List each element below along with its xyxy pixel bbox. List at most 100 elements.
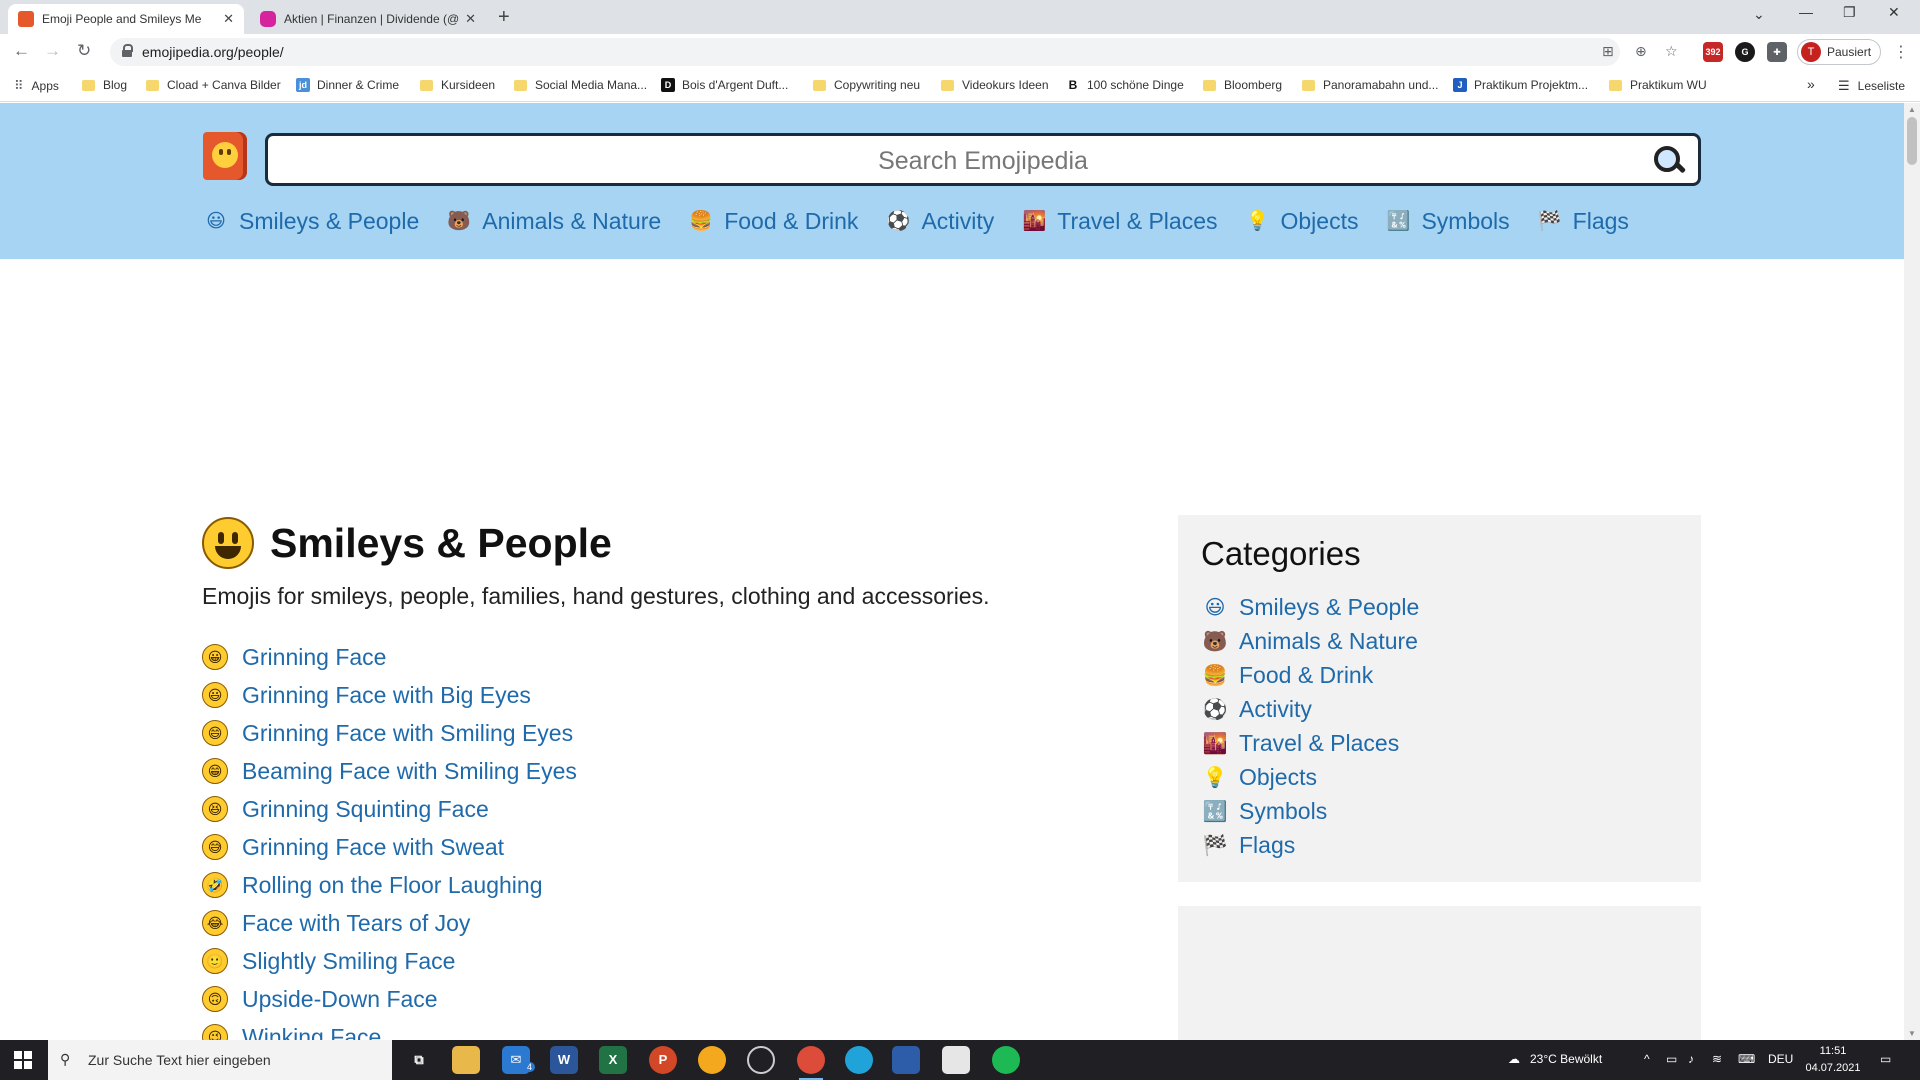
bookmark-folder[interactable]: Social Media Mana... bbox=[514, 78, 647, 92]
bookmark-folder[interactable]: Panoramabahn und... bbox=[1302, 78, 1438, 92]
list-item[interactable]: 😆 Grinning Squinting Face bbox=[202, 790, 1162, 828]
close-tab-icon[interactable]: ✕ bbox=[223, 11, 234, 27]
list-item[interactable]: 😃 Grinning Face with Big Eyes bbox=[202, 676, 1162, 714]
bookmark-site[interactable]: jd Dinner & Crime bbox=[296, 78, 399, 92]
chrome-icon[interactable] bbox=[797, 1046, 825, 1080]
app-icon[interactable] bbox=[892, 1046, 920, 1074]
magnifier-search-icon[interactable] bbox=[1654, 146, 1684, 176]
extensions-puzzle-icon[interactable]: ✚ bbox=[1767, 42, 1787, 62]
lock-icon[interactable] bbox=[122, 44, 133, 57]
nav-animals-nature[interactable]: 🐻 Animals & Nature bbox=[446, 208, 661, 235]
address-bar[interactable]: emojipedia.org/people/ ⊞ ⊕ ☆ bbox=[110, 38, 1678, 66]
browser-tab-emojipedia[interactable]: Emoji People and Smileys Me ✕ bbox=[8, 4, 244, 34]
sidebar-item-symbols[interactable]: 🔣 Symbols bbox=[1201, 794, 1419, 828]
sidebar-item-flags[interactable]: 🏁 Flags bbox=[1201, 828, 1419, 862]
grammarly-extension-icon[interactable]: G bbox=[1735, 42, 1755, 62]
bookmark-folder[interactable]: Copywriting neu bbox=[813, 78, 920, 92]
bookmark-site[interactable]: J Praktikum Projektm... bbox=[1453, 78, 1588, 92]
nav-activity[interactable]: ⚽ Activity bbox=[885, 208, 995, 235]
bookmark-site[interactable]: B 100 schöne Dinge bbox=[1066, 78, 1184, 92]
list-item[interactable]: 🙂 Slightly Smiling Face bbox=[202, 942, 1162, 980]
tray-chevron-icon[interactable]: ^ bbox=[1644, 1052, 1650, 1066]
bookmark-site[interactable]: D Bois d'Argent Duft... bbox=[661, 78, 788, 92]
page-scrollbar[interactable]: ▲ ▼ bbox=[1904, 103, 1920, 1040]
list-item[interactable]: 🤣 Rolling on the Floor Laughing bbox=[202, 866, 1162, 904]
edge-icon[interactable] bbox=[845, 1046, 873, 1074]
windows-start-icon[interactable] bbox=[14, 1051, 32, 1069]
tab-search-icon[interactable]: ⌄ bbox=[1753, 6, 1765, 23]
bookmark-folder[interactable]: Cload + Canva Bilder bbox=[146, 78, 281, 92]
extension-badge-icon[interactable]: 392 bbox=[1703, 42, 1723, 62]
bookmark-folder[interactable]: Kursideen bbox=[420, 78, 495, 92]
wifi-icon[interactable]: ≋ bbox=[1712, 1052, 1722, 1066]
system-clock[interactable]: 11:51 04.07.2021 bbox=[1802, 1043, 1864, 1077]
spotify-icon[interactable] bbox=[992, 1046, 1020, 1074]
taskbar-search-input[interactable]: Zur Suche Text hier eingeben bbox=[88, 1052, 271, 1068]
notepad-icon[interactable] bbox=[942, 1046, 970, 1074]
list-item[interactable]: 😂 Face with Tears of Joy bbox=[202, 904, 1162, 942]
file-explorer-icon[interactable] bbox=[452, 1046, 480, 1074]
bookmark-apps[interactable]: ⠿ Apps bbox=[14, 78, 59, 94]
weather-text[interactable]: 23°C Bewölkt bbox=[1530, 1052, 1602, 1066]
bookmark-star-icon[interactable]: ☆ bbox=[1665, 43, 1678, 60]
weather-icon[interactable]: ☁ bbox=[1508, 1052, 1520, 1066]
new-tab-button[interactable]: + bbox=[498, 6, 510, 29]
browser-tab-instagram[interactable]: Aktien | Finanzen | Dividende (@ ✕ bbox=[250, 4, 486, 34]
obs-icon[interactable] bbox=[747, 1046, 775, 1074]
close-window-icon[interactable]: ✕ bbox=[1888, 4, 1900, 21]
profile-button[interactable]: T Pausiert bbox=[1797, 39, 1881, 65]
nav-symbols[interactable]: 🔣 Symbols bbox=[1385, 208, 1510, 235]
sidebar-item-food-drink[interactable]: 🍔 Food & Drink bbox=[1201, 658, 1419, 692]
minimize-icon[interactable]: — bbox=[1799, 4, 1813, 20]
list-item[interactable]: 😄 Grinning Face with Smiling Eyes bbox=[202, 714, 1162, 752]
nav-smileys-people[interactable]: 😃 Smileys & People bbox=[203, 208, 419, 235]
forward-icon[interactable]: → bbox=[44, 41, 61, 61]
sidebar-item-animals-nature[interactable]: 🐻 Animals & Nature bbox=[1201, 624, 1419, 658]
nav-objects[interactable]: 💡 Objects bbox=[1244, 208, 1359, 235]
app-icon[interactable] bbox=[698, 1046, 726, 1074]
list-item[interactable]: 🙃 Upside-Down Face bbox=[202, 980, 1162, 1018]
sidebar-item-objects[interactable]: 💡 Objects bbox=[1201, 760, 1419, 794]
reload-icon[interactable]: ↻ bbox=[77, 41, 91, 61]
zoom-icon[interactable]: ⊕ bbox=[1635, 43, 1647, 60]
notifications-icon[interactable]: ▭ bbox=[1880, 1052, 1891, 1066]
bookmark-folder[interactable]: Praktikum WU bbox=[1609, 78, 1707, 92]
excel-icon[interactable]: X bbox=[599, 1046, 627, 1074]
bookmark-folder[interactable]: Videokurs Ideen bbox=[941, 78, 1049, 92]
task-view-icon[interactable]: ⧉ bbox=[405, 1046, 433, 1074]
browser-menu-icon[interactable]: ⋮ bbox=[1893, 42, 1909, 62]
list-item[interactable]: 😅 Grinning Face with Sweat bbox=[202, 828, 1162, 866]
close-tab-icon[interactable]: ✕ bbox=[465, 11, 476, 27]
emojipedia-logo-icon[interactable] bbox=[203, 132, 247, 180]
scroll-up-icon[interactable]: ▲ bbox=[1908, 105, 1916, 114]
list-item[interactable]: 😉 Winking Face bbox=[202, 1018, 1162, 1040]
meet-now-icon[interactable]: ▭ bbox=[1666, 1052, 1677, 1066]
word-icon[interactable]: W bbox=[550, 1046, 578, 1074]
burger-icon: 🍔 bbox=[689, 211, 714, 232]
bookmark-folder[interactable]: Bloomberg bbox=[1203, 78, 1282, 92]
powerpoint-icon[interactable]: P bbox=[649, 1046, 677, 1074]
keyboard-icon[interactable]: ⌨ bbox=[1738, 1052, 1755, 1066]
nav-flags[interactable]: 🏁 Flags bbox=[1537, 208, 1629, 235]
nav-travel-places[interactable]: 🌇 Travel & Places bbox=[1021, 208, 1217, 235]
nav-food-drink[interactable]: 🍔 Food & Drink bbox=[688, 208, 858, 235]
search-box[interactable]: Search Emojipedia bbox=[265, 133, 1701, 186]
sidebar-item-activity[interactable]: ⚽ Activity bbox=[1201, 692, 1419, 726]
reading-list[interactable]: ☰ Leseliste bbox=[1838, 78, 1905, 94]
input-language[interactable]: DEU bbox=[1768, 1052, 1793, 1066]
volume-icon[interactable]: ♪ bbox=[1688, 1052, 1694, 1066]
list-item[interactable]: 😀 Grinning Face bbox=[202, 638, 1162, 676]
translate-icon[interactable]: ⊞ bbox=[1602, 43, 1614, 60]
scroll-down-icon[interactable]: ▼ bbox=[1908, 1029, 1916, 1038]
search-input[interactable]: Search Emojipedia bbox=[268, 147, 1698, 176]
sidebar-item-smileys-people[interactable]: 😃 Smileys & People bbox=[1201, 590, 1420, 624]
taskbar-search[interactable]: ⚲ Zur Suche Text hier eingeben bbox=[48, 1040, 392, 1080]
bookmarks-overflow-icon[interactable]: » bbox=[1807, 76, 1815, 92]
list-item[interactable]: 😁 Beaming Face with Smiling Eyes bbox=[202, 752, 1162, 790]
back-icon[interactable]: ← bbox=[13, 41, 30, 61]
sidebar-item-travel-places[interactable]: 🌇 Travel & Places bbox=[1201, 726, 1419, 760]
restore-icon[interactable]: ❐ bbox=[1843, 4, 1856, 21]
url-text[interactable]: emojipedia.org/people/ bbox=[142, 44, 284, 60]
bookmark-folder[interactable]: Blog bbox=[82, 78, 127, 92]
scrollbar-thumb[interactable] bbox=[1907, 117, 1917, 165]
